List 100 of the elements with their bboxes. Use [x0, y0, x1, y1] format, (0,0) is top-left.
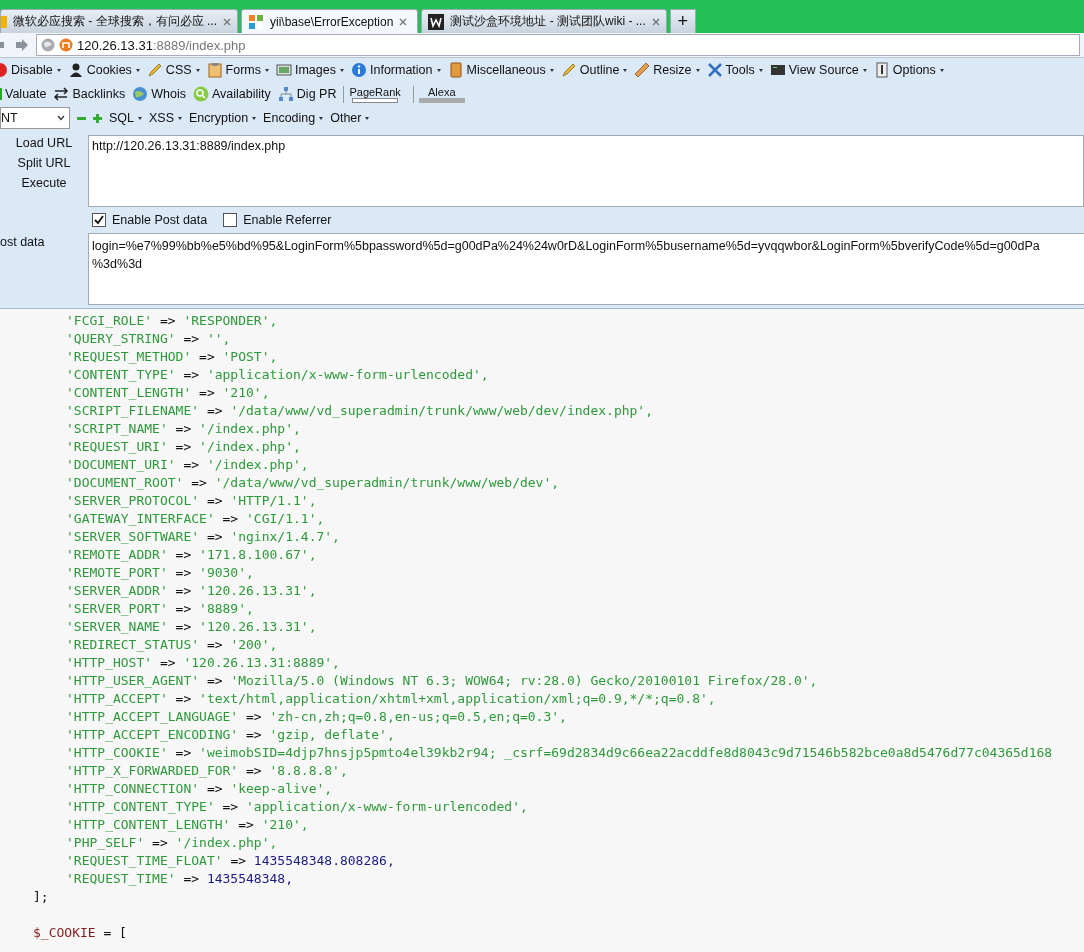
- code-line: 'HTTP_ACCEPT' => 'text/html,application/xhtml+xml,application/xml;q=0.9,*/*;q=0.8',: [65, 690, 717, 708]
- code-line: 'QUERY_STRING' => '',: [65, 330, 232, 348]
- caret-icon: [135, 68, 140, 72]
- network-icon: [277, 86, 294, 102]
- code-line: 'SCRIPT_FILENAME' => '/data/www/vd_superadmin/trunk/www/web/dev/index.php',: [65, 402, 654, 420]
- toolbar-button[interactable]: Disable: [0, 62, 61, 78]
- globe-icon: [41, 38, 55, 52]
- code-line: 'REMOTE_PORT' => '9030',: [65, 564, 255, 582]
- code-line: 'SERVER_PROTOCOL' => 'HTTP/1.1',: [65, 492, 318, 510]
- code-line: 'HTTP_COOKIE' => 'weimobSID=4djp7hnsjp5pmto4el39kb2r94; _csrf=69d2834d9c66ea22acddfe8d8043c9d71546b582bce0a8d5476d77c04365d168: [65, 744, 1054, 762]
- code-line: ];: [32, 888, 50, 906]
- code-line: 'HTTP_HOST' => '120.26.13.31:8889',: [65, 654, 341, 672]
- plus-icon[interactable]: [93, 113, 102, 123]
- browser-tab[interactable]: 微软必应搜索 - 全球搜索，有问必应 ...: [0, 9, 238, 33]
- rank-bar: [352, 97, 399, 103]
- caret-icon: [138, 116, 142, 120]
- toolbar-button[interactable]: Options: [873, 62, 944, 78]
- code-line: 'HTTP_USER_AGENT' => 'Mozilla/5.0 (Windows NT 6.3; WOW64; rv:28.0) Gecko/20100101 Firefox/28.0',: [65, 672, 819, 690]
- toolbar-button[interactable]: Cookies: [67, 62, 140, 78]
- action-button[interactable]: Execute: [21, 176, 67, 190]
- menu-button[interactable]: SQL: [109, 111, 142, 125]
- menu-button[interactable]: XSS: [149, 111, 183, 125]
- close-icon[interactable]: [223, 17, 231, 26]
- code-line: 'SERVER_PORT' => '8889',: [65, 600, 255, 618]
- code-line: 'SERVER_SOFTWARE' => 'nginx/1.4.7',: [65, 528, 341, 546]
- toolbar-button[interactable]: Miscellaneous: [447, 62, 554, 78]
- code-line: 'GATEWAY_INTERFACE' => 'CGI/1.1',: [65, 510, 326, 528]
- clipboard-icon: [206, 62, 223, 78]
- code-line: 'HTTP_ACCEPT_LANGUAGE' => 'zh-cn,zh;q=0.8,en-us;q=0.5,en;q=0.3',: [65, 708, 568, 726]
- forward-icon[interactable]: [0, 38, 30, 52]
- globe-icon: [132, 86, 149, 102]
- code-line: 'HTTP_ACCEPT_ENCODING' => 'gzip, deflate',: [65, 726, 396, 744]
- code-line: 'DOCUMENT_URI' => '/index.php',: [65, 456, 310, 474]
- caret-icon: [623, 68, 628, 72]
- caret-icon: [178, 116, 183, 120]
- code-line: 'REQUEST_TIME' => 1435548348,: [65, 870, 294, 888]
- checkbox[interactable]: [223, 213, 238, 227]
- info-icon: [351, 62, 367, 78]
- menu-button[interactable]: Encryption: [189, 111, 257, 125]
- person-icon: [67, 62, 84, 78]
- toolbar-button[interactable]: Tools: [706, 62, 763, 78]
- pencil-icon: [146, 62, 163, 78]
- new-tab-button[interactable]: +: [669, 9, 696, 33]
- toolbar-button[interactable]: Dig PR: [277, 86, 337, 102]
- pencil-icon: [560, 62, 577, 78]
- caret-icon: [195, 68, 200, 72]
- caret-icon: [365, 116, 370, 120]
- caret-icon: [939, 68, 944, 72]
- menu-button[interactable]: Other: [330, 111, 370, 125]
- type-select[interactable]: NT: [0, 107, 70, 129]
- caret-icon: [436, 68, 441, 72]
- browser-tab[interactable]: yii\base\ErrorException: [241, 9, 419, 33]
- toolbar-button[interactable]: CSS: [146, 62, 200, 78]
- checkbox-label: Enable Referrer: [243, 213, 332, 227]
- toolbar-label[interactable]: Alexa: [428, 85, 456, 98]
- code-line: 'REQUEST_URI' => '/index.php',: [65, 438, 302, 456]
- toolbar-button[interactable]: Valuate: [0, 86, 47, 102]
- code-line: 'DOCUMENT_ROOT' => '/data/www/vd_superadmin/trunk/www/web/dev',: [65, 474, 561, 492]
- ruler-icon: [634, 62, 651, 78]
- close-icon[interactable]: [651, 17, 660, 26]
- code-line: 'HTTP_CONTENT_TYPE' => 'application/x-www-form-urlencoded',: [65, 798, 529, 816]
- toolbar-button[interactable]: Images: [276, 62, 344, 78]
- code-line: 'SERVER_NAME' => '120.26.13.31',: [65, 618, 318, 636]
- code-line: 'HTTP_X_FORWARDED_FOR' => '8.8.8.8',: [65, 762, 349, 780]
- code-line: 'REMOTE_ADDR' => '171.8.100.67',: [65, 546, 318, 564]
- terminal-icon: [769, 62, 786, 78]
- toolbar-button[interactable]: Forms: [206, 62, 269, 78]
- caret-icon: [319, 116, 324, 120]
- code-line: 'REQUEST_TIME_FLOAT' => 1435548348.808286,: [65, 852, 396, 870]
- code-line: 'PHP_SELF' => '/index.php',: [65, 834, 279, 852]
- post-data-field[interactable]: login=%e7%99%bb%e5%bd%95&LoginForm%5bpassword%5d=g00dPa%24%24w0rD&LoginForm%5busername%5d=yvqqwbor&LoginForm%5bverifyCode%5d=g00dPa %3d%3d: [88, 233, 1084, 305]
- toolbar-button[interactable]: Outline: [560, 62, 628, 78]
- arrows-icon: [53, 86, 70, 102]
- menu-button[interactable]: Encoding: [263, 111, 324, 125]
- caret-icon: [549, 68, 554, 72]
- url-text: 120.26.13.31:8889/index.php: [77, 37, 246, 53]
- code-line: $_COOKIE = [: [32, 924, 128, 942]
- code-line: 'HTTP_CONNECTION' => 'keep-alive',: [65, 780, 334, 798]
- switch-icon: [873, 62, 890, 78]
- code-line: 'SCRIPT_NAME' => '/index.php',: [65, 420, 302, 438]
- close-icon[interactable]: [399, 17, 408, 26]
- toolbar-button[interactable]: Whois: [132, 86, 186, 102]
- toolbar-button[interactable]: Resize: [634, 62, 700, 78]
- checkbox[interactable]: [92, 213, 106, 227]
- toolbar-button[interactable]: Information: [351, 62, 441, 78]
- toolbar-button[interactable]: View Source: [769, 62, 867, 78]
- toolbar-button[interactable]: Backlinks: [53, 86, 126, 102]
- code-line: 'REDIRECT_STATUS' => '200',: [65, 636, 279, 654]
- action-button[interactable]: Load URL: [15, 136, 73, 150]
- caret-icon: [56, 68, 61, 72]
- code-line: 'REQUEST_METHOD' => 'POST',: [65, 348, 279, 366]
- toolbar-label[interactable]: PageRank: [349, 85, 401, 98]
- url-field[interactable]: http://120.26.13.31:8889/index.php: [88, 135, 1084, 207]
- post-data-label: ost data: [0, 234, 46, 251]
- action-button[interactable]: Split URL: [17, 156, 71, 170]
- magnifier-icon: [193, 86, 209, 102]
- browser-tab[interactable]: 测试沙盒环境地址 - 测试团队wiki - ...: [421, 9, 667, 33]
- address-bar[interactable]: 120.26.13.31:8889/index.php: [36, 34, 1080, 56]
- toolbar-button[interactable]: Availability: [193, 86, 271, 102]
- caret-icon: [252, 116, 257, 120]
